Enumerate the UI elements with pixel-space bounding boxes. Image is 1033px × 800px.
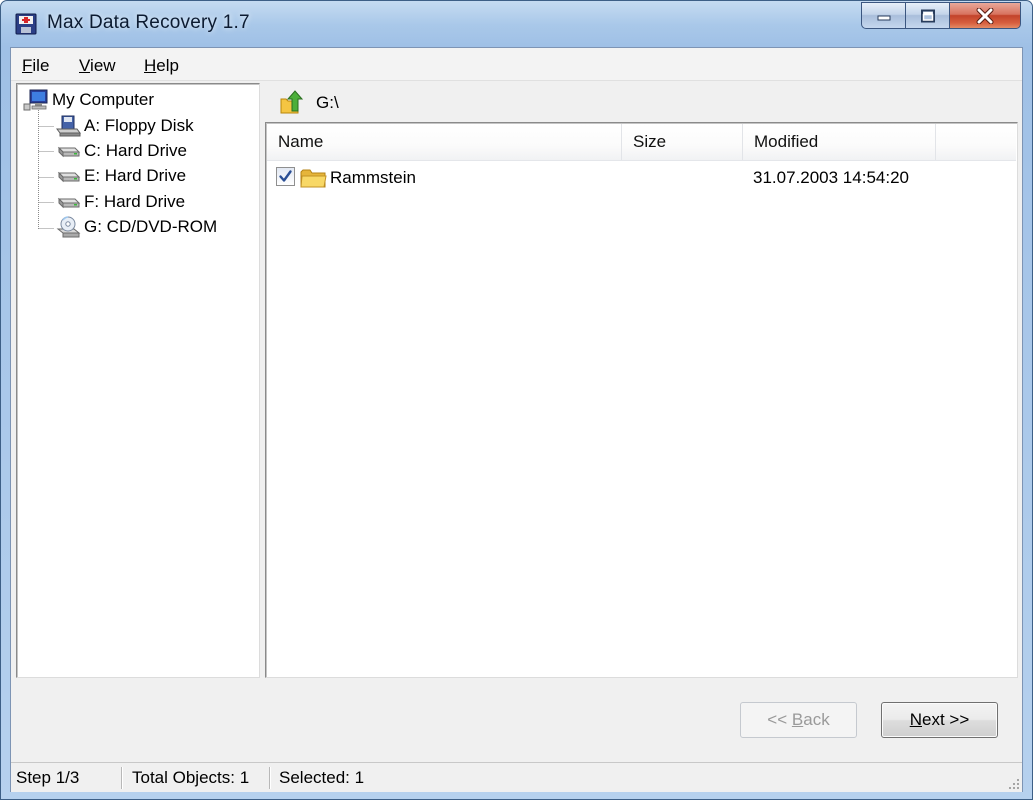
tree-item-drive-e[interactable]: E: Hard Drive xyxy=(55,165,186,187)
menu-help-accel: H xyxy=(144,56,157,75)
cd-drive-icon xyxy=(56,216,81,238)
menu-help[interactable]: Help xyxy=(144,56,179,76)
folder-icon xyxy=(300,169,327,188)
status-step: Step 1/3 xyxy=(16,768,80,787)
next-button-accel: N xyxy=(909,710,922,729)
tree-item-drive-c[interactable]: C: Hard Drive xyxy=(55,140,187,162)
tree-item-label: F: Hard Drive xyxy=(84,192,186,211)
minimize-button[interactable] xyxy=(861,2,905,29)
status-separator xyxy=(269,767,270,789)
list-header: Name Size Modified xyxy=(267,124,1016,161)
status-total-objects: Total Objects: 1 xyxy=(132,768,250,787)
column-header-modified[interactable]: Modified xyxy=(743,124,936,160)
table-row[interactable]: Rammstein 31.07.2003 14:54:20 xyxy=(267,163,1016,191)
menu-help-rest: elp xyxy=(156,56,179,75)
caption-buttons xyxy=(861,2,1021,30)
menu-view-rest: iew xyxy=(90,56,116,75)
menu-file-accel: F xyxy=(22,56,33,75)
status-bar: Step 1/3 Total Objects: 1 Selected: 1 xyxy=(11,762,1022,792)
row-modified: 31.07.2003 14:54:20 xyxy=(753,168,909,187)
resize-grip-icon[interactable] xyxy=(1006,776,1020,790)
close-button[interactable] xyxy=(949,2,1021,29)
next-button[interactable]: Next >> xyxy=(881,702,998,738)
menu-file[interactable]: File xyxy=(22,56,49,76)
drive-tree[interactable]: My Computer A: Floppy Disk C: Hard Drive… xyxy=(16,83,260,678)
computer-icon xyxy=(23,89,48,111)
menu-bar: File View Help xyxy=(11,48,1022,81)
tree-item-label: G: CD/DVD-ROM xyxy=(84,217,218,236)
menu-view[interactable]: View xyxy=(79,56,116,76)
tree-item-label: E: Hard Drive xyxy=(84,166,187,185)
file-list[interactable]: Name Size Modified Rammstein 31.07.2003 … xyxy=(265,122,1018,678)
tree-item-label: My Computer xyxy=(52,90,155,109)
next-button-rest: ext >> xyxy=(922,710,970,729)
column-header-size[interactable]: Size xyxy=(622,124,743,160)
floppy-drive-icon xyxy=(56,115,81,137)
current-path: G:\ xyxy=(316,93,339,112)
back-button[interactable]: << Back xyxy=(740,702,857,738)
row-checkbox[interactable] xyxy=(276,167,295,186)
tree-item-drive-f[interactable]: F: Hard Drive xyxy=(55,191,185,213)
app-window: Max Data Recovery 1.7 File View Help My … xyxy=(0,0,1033,800)
tree-item-drive-a[interactable]: A: Floppy Disk xyxy=(55,115,194,137)
path-bar: G:\ xyxy=(266,84,1018,120)
checkmark-icon xyxy=(279,170,292,182)
window-title: Max Data Recovery 1.7 xyxy=(47,12,250,33)
close-icon xyxy=(976,7,994,24)
folder-up-icon[interactable] xyxy=(278,89,304,115)
tree-item-label: A: Floppy Disk xyxy=(84,116,194,135)
menu-file-rest: ile xyxy=(32,56,50,75)
hard-drive-icon xyxy=(57,146,81,158)
tree-item-drive-g[interactable]: G: CD/DVD-ROM xyxy=(55,216,217,238)
maximize-button[interactable] xyxy=(905,2,949,29)
column-header-name[interactable]: Name xyxy=(267,124,622,160)
menu-view-accel: V xyxy=(79,56,91,75)
client-area: File View Help My Computer A: Floppy Dis… xyxy=(10,47,1023,792)
back-button-prefix: << xyxy=(767,710,792,729)
tree-item-my-computer[interactable]: My Computer xyxy=(23,89,154,111)
row-name: Rammstein xyxy=(330,168,416,187)
hard-drive-icon xyxy=(57,171,81,183)
status-selected: Selected: 1 xyxy=(279,768,365,787)
tree-item-label: C: Hard Drive xyxy=(84,141,187,160)
app-icon xyxy=(15,13,37,35)
back-button-rest: ack xyxy=(803,710,830,729)
minimize-icon xyxy=(877,15,890,20)
title-bar[interactable]: Max Data Recovery 1.7 xyxy=(1,1,1032,47)
status-separator xyxy=(121,767,122,789)
maximize-icon xyxy=(920,9,935,22)
back-button-accel: B xyxy=(791,710,804,729)
hard-drive-icon xyxy=(57,197,81,209)
